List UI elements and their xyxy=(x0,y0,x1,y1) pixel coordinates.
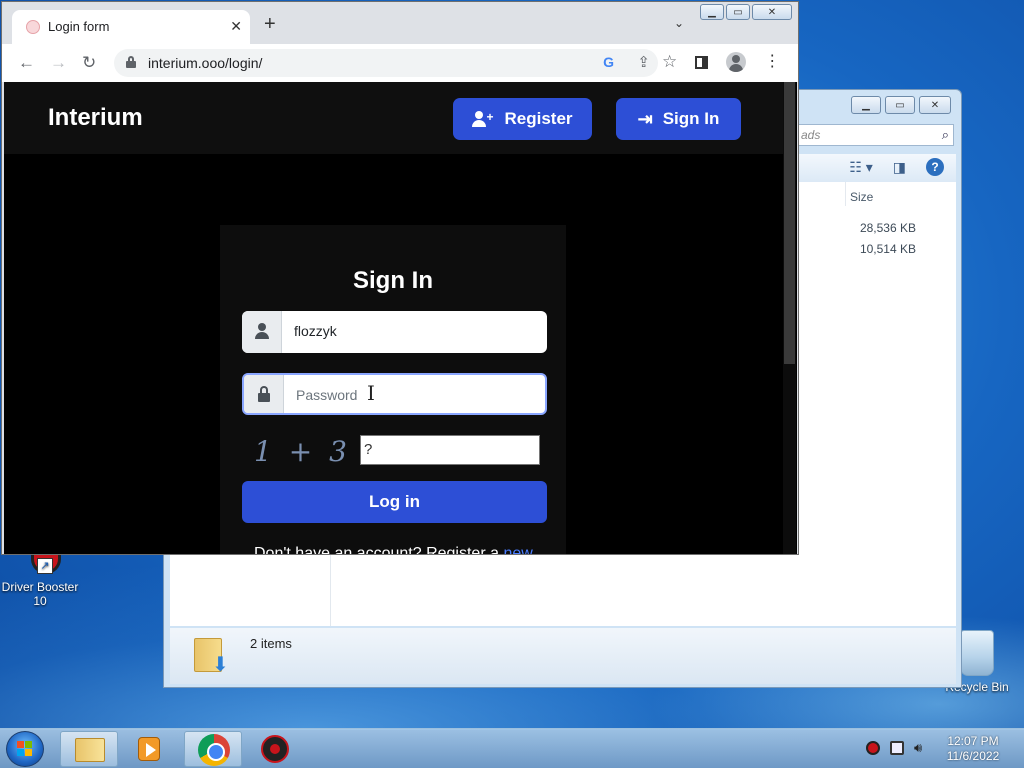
log-in-button[interactable]: Log in xyxy=(242,481,547,523)
windows-logo-icon xyxy=(17,741,33,757)
volume-icon[interactable]: 🔊︎ xyxy=(914,741,928,755)
view-options-icon[interactable]: ☷ ▾ xyxy=(849,159,872,176)
recycle-bin-icon xyxy=(960,630,994,676)
taskbar-explorer-button[interactable] xyxy=(60,731,118,767)
driver-booster-tray-icon[interactable] xyxy=(866,741,880,755)
desktop-icon-driver-booster[interactable]: ↗ Driver Booster 10 xyxy=(0,548,80,608)
site-logo[interactable]: Interium xyxy=(48,104,143,132)
column-header-size[interactable]: Size xyxy=(850,190,873,204)
explorer-maximize-button[interactable]: ▭ xyxy=(885,96,915,114)
new-tab-button[interactable]: + xyxy=(264,14,276,34)
register-note-text: Don't have an account? Register a xyxy=(254,545,499,554)
scrollbar-thumb[interactable] xyxy=(784,82,795,364)
back-arrow-icon[interactable]: ← xyxy=(18,53,35,73)
taskbar-media-player-button[interactable] xyxy=(120,731,178,767)
clock-time: 12:07 PM xyxy=(947,734,999,748)
captcha-image: 1 + 3 = xyxy=(254,435,351,501)
tab-search-chevron-icon[interactable]: ⌄ xyxy=(674,16,684,30)
page-scrollbar[interactable] xyxy=(783,82,796,554)
chrome-icon xyxy=(198,734,230,766)
taskbar: 🔊︎ 12:07 PM 11/6/2022 xyxy=(0,728,1024,768)
browser-close-button[interactable]: ✕ xyxy=(752,4,792,20)
url-text[interactable]: interium.ooo/login/ xyxy=(148,55,262,71)
network-icon[interactable] xyxy=(890,741,904,755)
reload-icon[interactable]: ↻ xyxy=(82,53,96,73)
desktop-icon-label: Driver Booster 10 xyxy=(1,580,79,608)
captcha-input[interactable]: ? xyxy=(360,435,540,465)
share-icon[interactable]: ⇪ xyxy=(637,53,650,71)
explorer-search-input[interactable]: ads ⌕ xyxy=(794,124,954,146)
sign-in-arrow-icon: ⇥ xyxy=(637,108,653,129)
page-viewport: Interium + Register ⇥ Sign In Sign In fl… xyxy=(4,82,797,554)
sign-in-button[interactable]: ⇥ Sign In xyxy=(616,98,741,140)
media-player-icon xyxy=(138,737,160,761)
help-icon[interactable]: ? xyxy=(926,158,944,176)
start-button[interactable] xyxy=(6,731,44,767)
clock-date: 11/6/2022 xyxy=(946,749,1000,763)
register-button-label: Register xyxy=(504,109,573,128)
close-tab-icon[interactable]: ✕ xyxy=(230,18,242,35)
side-panel-icon[interactable] xyxy=(695,55,709,69)
explorer-close-button[interactable]: ✕ xyxy=(919,96,951,114)
column-divider[interactable] xyxy=(845,182,846,206)
taskbar-driver-booster-button[interactable] xyxy=(246,731,304,767)
text-cursor-icon: I xyxy=(367,381,375,405)
driver-booster-icon xyxy=(261,735,289,763)
lock-icon[interactable] xyxy=(126,56,136,68)
user-plus-icon: + xyxy=(472,111,494,127)
clock[interactable]: 12:07 PM 11/6/2022 xyxy=(940,734,1006,764)
login-card: Sign In flozzyk Password I 1 + 3 = ? Log… xyxy=(220,225,566,554)
register-note: Don't have an account? Register a new xyxy=(254,545,533,554)
taskbar-chrome-button[interactable] xyxy=(184,731,242,767)
favicon-icon xyxy=(26,20,40,34)
kebab-menu-icon[interactable]: ⋮ xyxy=(764,54,780,70)
file-size-cell: 10,514 KB xyxy=(859,242,916,256)
forward-arrow-icon[interactable]: → xyxy=(50,53,67,73)
google-icon[interactable]: G xyxy=(603,54,614,70)
site-header: Interium + Register ⇥ Sign In xyxy=(4,82,784,154)
login-title: Sign In xyxy=(353,267,433,294)
register-button[interactable]: + Register xyxy=(453,98,592,140)
file-size-cell: 28,536 KB xyxy=(859,221,916,235)
tab-strip: Login form ✕ + ⌄ ▁ ▭ ✕ xyxy=(2,2,798,44)
explorer-status-bar: ⬇ 2 items xyxy=(170,628,956,684)
address-bar[interactable]: interium.ooo/login/ G ⇪ xyxy=(114,49,658,77)
browser-tab[interactable]: Login form ✕ xyxy=(12,10,250,44)
system-tray: 🔊︎ xyxy=(866,741,928,755)
preview-pane-icon[interactable]: ◨ xyxy=(893,159,906,176)
folder-icon xyxy=(75,738,105,762)
profile-avatar-icon[interactable] xyxy=(726,52,747,72)
password-field[interactable]: Password I xyxy=(242,373,547,415)
tab-title: Login form xyxy=(48,19,110,34)
search-icon[interactable]: ⌕ xyxy=(942,127,949,143)
user-icon xyxy=(255,323,269,339)
file-sizes: 28,536 KB 10,514 KB xyxy=(860,218,916,260)
browser-minimize-button[interactable]: ▁ xyxy=(700,4,724,20)
password-input[interactable]: Password xyxy=(284,375,545,413)
downloads-folder-icon: ⬇ xyxy=(190,632,230,676)
explorer-minimize-button[interactable]: ▁ xyxy=(851,96,881,114)
password-addon xyxy=(244,375,284,413)
bookmark-star-icon[interactable]: ☆ xyxy=(662,52,677,72)
username-input[interactable]: flozzyk xyxy=(282,311,547,353)
toolbar: ← → ↻ interium.ooo/login/ G ⇪ ☆ ⋮ xyxy=(2,44,798,82)
lock-icon xyxy=(258,386,270,402)
browser-maximize-button[interactable]: ▭ xyxy=(726,4,750,20)
username-addon xyxy=(242,311,282,353)
sign-in-button-label: Sign In xyxy=(662,109,720,128)
item-count: 2 items xyxy=(250,636,292,651)
username-field[interactable]: flozzyk xyxy=(242,311,547,353)
browser-window[interactable]: Login form ✕ + ⌄ ▁ ▭ ✕ ← → ↻ interium.oo… xyxy=(1,1,799,555)
register-new-link[interactable]: new xyxy=(503,545,532,554)
